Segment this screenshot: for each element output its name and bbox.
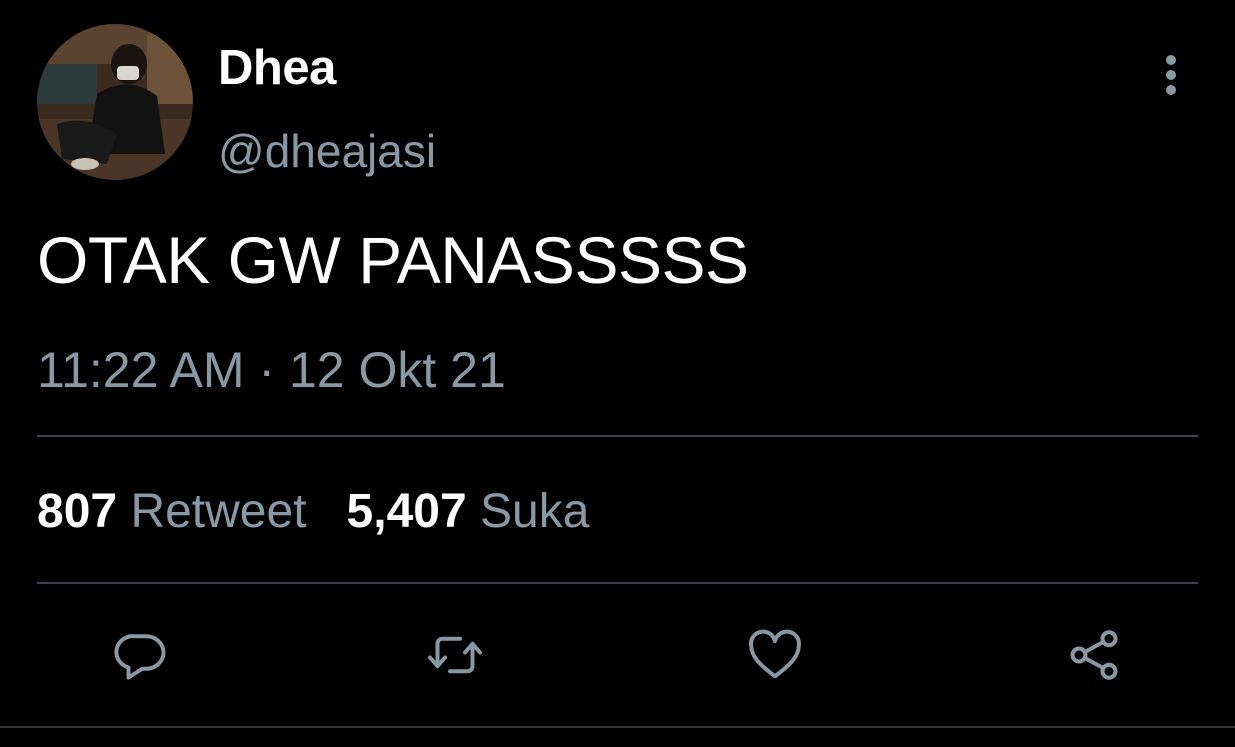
more-options-button[interactable]	[1150, 50, 1192, 100]
reply-button[interactable]	[108, 622, 174, 688]
avatar[interactable]	[37, 24, 193, 180]
heart-icon	[749, 629, 801, 679]
author-handle[interactable]: @dheajasi	[218, 124, 436, 178]
tweet-stats: 807 Retweet 5,407 Suka	[37, 482, 589, 542]
retweet-button[interactable]	[422, 622, 488, 688]
comment-icon	[114, 634, 166, 680]
likes-label: Suka	[480, 485, 590, 538]
divider	[0, 726, 1235, 728]
retweets-count: 807	[37, 485, 118, 538]
retweets-stat[interactable]: 807 Retweet	[37, 485, 307, 538]
share-button[interactable]	[1061, 622, 1127, 688]
likes-stat[interactable]: 5,407 Suka	[347, 485, 590, 538]
divider	[37, 582, 1198, 584]
like-button[interactable]	[742, 622, 808, 688]
author-display-name[interactable]: Dhea	[218, 40, 336, 96]
tweet-text: OTAK GW PANASSSSS	[37, 223, 749, 297]
retweets-label: Retweet	[130, 485, 307, 538]
share-icon	[1070, 630, 1118, 680]
more-vertical-icon	[1166, 55, 1176, 95]
divider	[37, 435, 1198, 437]
avatar-photo	[37, 24, 193, 180]
tweet-timestamp[interactable]: 11:22 AM · 12 Okt 21	[37, 340, 506, 400]
likes-count: 5,407	[346, 485, 467, 538]
tweet-detail: Dhea @dheajasi OTAK GW PANASSSSS 11:22 A…	[0, 0, 1235, 747]
retweet-icon	[428, 636, 482, 674]
